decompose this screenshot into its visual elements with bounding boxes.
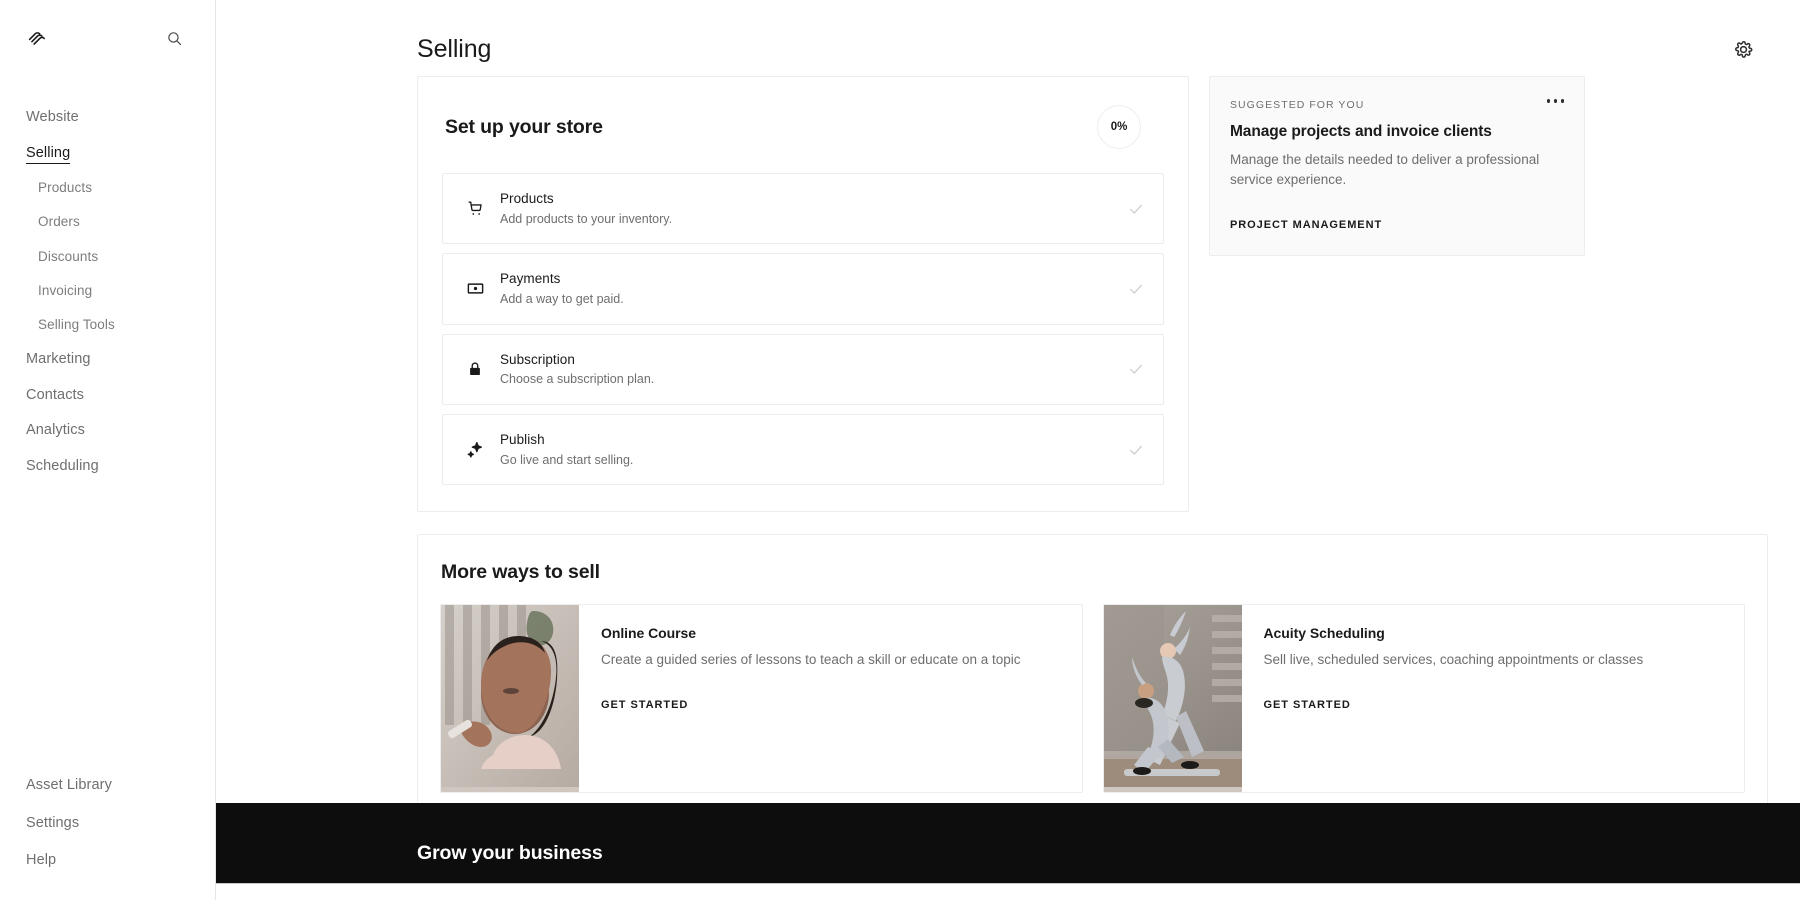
checklist-item-text: Products Add products to your inventory.: [500, 189, 1127, 228]
sidebar-item-orders[interactable]: Orders: [0, 205, 215, 239]
sidebar-item-marketing[interactable]: Marketing: [0, 342, 215, 378]
more-options-icon[interactable]: [1546, 97, 1564, 105]
checklist-item-text: Payments Add a way to get paid.: [500, 269, 1127, 308]
sidebar-item-website[interactable]: Website: [0, 100, 215, 136]
progress-badge: 0%: [1097, 105, 1141, 149]
sell-card-acuity-scheduling[interactable]: Acuity Scheduling Sell live, scheduled s…: [1102, 604, 1745, 794]
sidebar-item-label: Help: [26, 852, 57, 869]
check-icon: [1127, 360, 1145, 378]
sell-card-online-course[interactable]: Online Course Create a guided series of …: [440, 604, 1083, 794]
checklist-item-title: Payments: [500, 271, 561, 287]
page-bottom-strip: [216, 883, 1800, 900]
suggested-card-header: SUGGESTED FOR YOU: [1230, 97, 1564, 111]
page-header: Selling: [216, 0, 1800, 76]
project-management-link[interactable]: PROJECT MANAGEMENT: [1230, 219, 1382, 231]
app-root: Website Selling Products Orders Discount…: [0, 0, 1800, 900]
checklist-item-subtitle: Add products to your inventory.: [500, 211, 673, 226]
get-started-link[interactable]: GET STARTED: [601, 699, 688, 711]
dot: [1553, 99, 1557, 103]
lock-icon: [462, 356, 488, 382]
checklist-item-subtitle: Choose a subscription plan.: [500, 372, 655, 387]
more-ways-grid: Online Course Create a guided series of …: [440, 604, 1745, 794]
sidebar: Website Selling Products Orders Discount…: [0, 0, 216, 900]
checklist-item-text: Subscription Choose a subscription plan.: [500, 350, 1127, 389]
sidebar-item-help[interactable]: Help: [0, 842, 215, 880]
sidebar-item-analytics[interactable]: Analytics: [0, 413, 215, 449]
sidebar-item-settings[interactable]: Settings: [0, 805, 215, 843]
sidebar-item-label: Asset Library: [26, 777, 112, 794]
sidebar-item-label: Discounts: [38, 248, 99, 264]
setup-card-header: Set up your store 0%: [442, 105, 1164, 149]
checklist-item-title: Publish: [500, 431, 545, 447]
get-started-link[interactable]: GET STARTED: [1264, 699, 1351, 711]
setup-card-title: Set up your store: [445, 115, 603, 138]
sell-card-description: Create a guided series of lessons to tea…: [601, 652, 1021, 668]
sell-card-description: Sell live, scheduled services, coaching …: [1263, 652, 1644, 668]
sidebar-item-label: Orders: [38, 214, 80, 230]
payment-card-icon: [462, 276, 488, 302]
dot: [1546, 99, 1550, 103]
sell-card-title: Acuity Scheduling: [1263, 625, 1385, 642]
sidebar-item-products[interactable]: Products: [0, 171, 215, 205]
sidebar-item-label: Selling Tools: [38, 317, 115, 332]
online-course-thumbnail: [441, 605, 579, 793]
sidebar-item-label: Website: [26, 109, 79, 125]
sidebar-footer-nav: Asset Library Settings Help: [0, 767, 215, 900]
sparkle-icon: [462, 437, 488, 463]
checklist-item-payments[interactable]: Payments Add a way to get paid.: [442, 253, 1164, 325]
setup-store-card: Set up your store 0% Products Add produc…: [417, 76, 1189, 513]
sidebar-item-label: Marketing: [26, 351, 91, 368]
acuity-scheduling-body: Acuity Scheduling Sell live, scheduled s…: [1242, 605, 1745, 792]
sidebar-item-discounts[interactable]: Discounts: [0, 240, 215, 274]
checklist-item-text: Publish Go live and start selling.: [500, 430, 1127, 469]
sell-card-title: Online Course: [601, 625, 697, 642]
suggested-description: Manage the details needed to deliver a p…: [1230, 152, 1540, 188]
progress-label: 0%: [1110, 121, 1128, 133]
shopping-cart-icon: [462, 196, 488, 222]
sidebar-item-asset-library[interactable]: Asset Library: [0, 767, 215, 805]
top-row: Set up your store 0% Products Add produc…: [417, 76, 1800, 513]
setup-checklist: Products Add products to your inventory.: [442, 173, 1164, 486]
sidebar-header: [0, 0, 215, 76]
check-icon: [1127, 200, 1145, 218]
sidebar-item-scheduling[interactable]: Scheduling: [0, 449, 215, 485]
suggested-for-you-card: SUGGESTED FOR YOU Manage projects and in…: [1209, 76, 1585, 256]
search-icon[interactable]: [161, 25, 187, 51]
sidebar-item-contacts[interactable]: Contacts: [0, 378, 215, 414]
sidebar-nav: Website Selling Products Orders Discount…: [0, 76, 215, 484]
checklist-item-title: Products: [500, 191, 554, 206]
checklist-item-subtitle: Go live and start selling.: [500, 452, 634, 467]
sidebar-item-label: Contacts: [26, 386, 85, 403]
more-ways-to-sell-card: More ways to sell Online Course Create a…: [417, 534, 1768, 823]
sidebar-item-label: Selling: [26, 144, 71, 164]
grow-banner-title: Grow your business: [417, 842, 603, 864]
dot: [1560, 99, 1564, 103]
gear-icon[interactable]: [1728, 34, 1758, 64]
checklist-item-title: Subscription: [500, 351, 575, 367]
acuity-scheduling-thumbnail: [1103, 605, 1242, 793]
sidebar-item-selling-tools[interactable]: Selling Tools: [0, 308, 215, 342]
suggested-title: Manage projects and invoice clients: [1230, 123, 1492, 140]
page-title: Selling: [417, 34, 492, 63]
squarespace-logo-icon[interactable]: [26, 26, 50, 50]
check-icon: [1127, 280, 1145, 298]
grow-your-business-banner: Grow your business: [216, 803, 1800, 883]
sidebar-item-label: Settings: [26, 814, 80, 831]
check-icon: [1127, 441, 1145, 459]
suggested-eyebrow: SUGGESTED FOR YOU: [1230, 99, 1365, 111]
sidebar-item-invoicing[interactable]: Invoicing: [0, 274, 215, 308]
content-area: Set up your store 0% Products Add produc…: [216, 76, 1800, 823]
more-ways-title: More ways to sell: [441, 561, 600, 584]
checklist-item-subtitle: Add a way to get paid.: [500, 291, 624, 306]
sidebar-item-selling[interactable]: Selling: [0, 136, 215, 172]
main-content: Selling Set up your store 0% Products Ad…: [216, 0, 1800, 900]
sidebar-item-label: Invoicing: [38, 282, 93, 298]
sidebar-item-label: Scheduling: [26, 457, 99, 474]
checklist-item-publish[interactable]: Publish Go live and start selling.: [442, 413, 1164, 486]
checklist-item-products[interactable]: Products Add products to your inventory.: [442, 173, 1164, 245]
checklist-item-subscription[interactable]: Subscription Choose a subscription plan.: [442, 333, 1164, 405]
sidebar-item-label: Analytics: [26, 422, 85, 439]
online-course-body: Online Course Create a guided series of …: [579, 605, 1082, 792]
sidebar-item-label: Products: [38, 180, 93, 196]
